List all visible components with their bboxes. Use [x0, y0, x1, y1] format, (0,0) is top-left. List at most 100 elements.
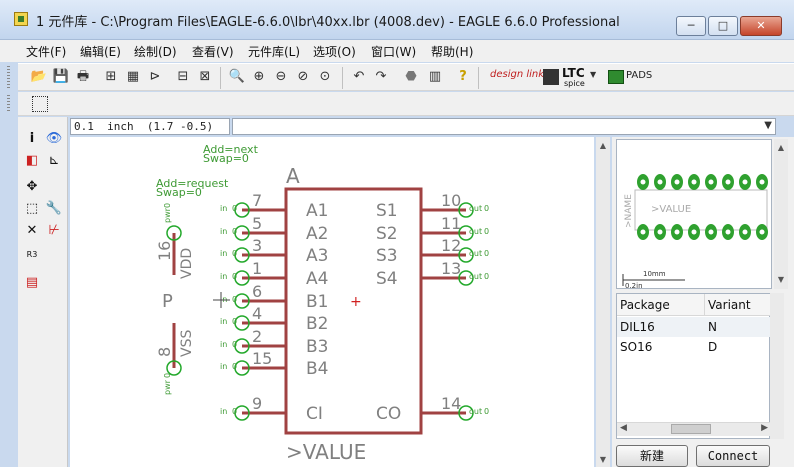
package-cell: DIL16: [620, 320, 655, 334]
run-ulp-icon[interactable]: ⊠: [196, 68, 214, 86]
column-header-package[interactable]: Package: [617, 294, 705, 316]
coordinate-display: 0.1 inch (1.7 -0.5): [70, 118, 230, 135]
smash-icon[interactable]: ▤: [22, 273, 42, 293]
zoom-select-icon[interactable]: ⊙: [316, 68, 334, 86]
minimize-button[interactable]: ─: [676, 16, 706, 36]
close-button[interactable]: ✕: [740, 16, 782, 36]
table-hscrollbar[interactable]: ◀ ▶: [617, 422, 771, 436]
pin-direction: in: [220, 407, 227, 416]
scroll-thumb[interactable]: [671, 424, 711, 434]
chevron-down-icon[interactable]: ▼: [764, 120, 772, 131]
pin-swap-level: 0: [484, 227, 489, 236]
menu-file[interactable]: 文件(F): [26, 43, 66, 60]
pin-swap-level: 0: [232, 204, 237, 213]
table-row[interactable]: DIL16 N: [617, 317, 771, 337]
menu-library[interactable]: 元件库(L): [248, 43, 300, 60]
package-preview: >VALUE >NAME 10mm 0.2in: [616, 139, 772, 290]
ripup-icon[interactable]: ⊬: [44, 221, 64, 241]
main-toolbar: 📂 💾 🖶 ⊞ ▦ ⊳ ⊟ ⊠ 🔍 ⊕ ⊖ ⊘ ⊙ ↶ ↷ ⬣ ▥ ? desi…: [18, 63, 794, 91]
pin-swap-level: 0: [232, 340, 237, 349]
mark-icon[interactable]: ⊾: [44, 151, 64, 171]
scroll-up-icon[interactable]: ▲: [774, 141, 788, 155]
undo-icon[interactable]: ↶: [350, 68, 368, 86]
column-header-variant[interactable]: Variant: [705, 294, 771, 316]
group-icon[interactable]: ⬚: [22, 199, 42, 219]
move-icon[interactable]: ✥: [22, 177, 42, 197]
schematic-canvas[interactable]: A >VALUE + Add=next Swap=0 Add=request Swap=0 7…: [70, 137, 594, 467]
pin-number: 2: [252, 327, 262, 346]
zoom-fit-icon[interactable]: 🔍: [228, 68, 246, 86]
table-row[interactable]: SO16 D: [617, 337, 771, 357]
change-icon[interactable]: 🔧: [44, 199, 64, 219]
separator: [220, 67, 221, 89]
delete-icon[interactable]: ✕: [22, 221, 42, 241]
pad-drill: [742, 229, 748, 235]
print-icon[interactable]: 🖶: [74, 68, 92, 86]
help-icon[interactable]: ?: [454, 68, 472, 86]
menu-window[interactable]: 窗口(W): [371, 43, 416, 60]
package-name-label: >NAME: [624, 194, 634, 228]
schematic-icon[interactable]: ⊞: [102, 68, 120, 86]
scroll-down-icon[interactable]: ▼: [774, 273, 788, 287]
toolbar-grip[interactable]: [7, 95, 10, 113]
toolbar-grip[interactable]: [7, 66, 10, 88]
canvas-scrollbar[interactable]: ▲ ▼: [596, 137, 610, 467]
pin-direction: in: [220, 249, 227, 258]
redo-icon[interactable]: ↷: [372, 68, 390, 86]
info-icon[interactable]: i: [22, 129, 42, 149]
pin-name: B3: [306, 337, 328, 357]
menu-view[interactable]: 查看(V): [192, 43, 234, 60]
variant-table: Package Variant DIL16 N SO16 D ◀ ▶: [616, 293, 771, 439]
pin-swap-level: 0: [163, 203, 172, 208]
scroll-left-icon[interactable]: ◀: [620, 423, 627, 433]
package-value-label: >VALUE: [651, 204, 691, 215]
maximize-button[interactable]: □: [708, 16, 738, 36]
connect-button[interactable]: Connect: [696, 445, 770, 467]
swap-annotation: Swap=0: [156, 186, 202, 199]
pin-number: 14: [441, 394, 461, 413]
board-icon[interactable]: ▦: [124, 68, 142, 86]
pin-number: 10: [441, 191, 461, 210]
grid-icon[interactable]: [32, 96, 48, 112]
zoom-out-icon[interactable]: ⊖: [272, 68, 290, 86]
design-link-button[interactable]: design link: [490, 69, 544, 80]
name-value-icon[interactable]: R3: [22, 245, 42, 265]
eagle-window: 1 元件库 - C:\Program Files\EAGLE-6.6.0\lbr…: [0, 0, 794, 467]
menu-bar: 文件(F) 编辑(E) 绘制(D) 查看(V) 元件库(L) 选项(O) 窗口(…: [0, 40, 794, 62]
pin-number: 7: [252, 191, 262, 210]
pads-label[interactable]: PADS: [626, 70, 652, 81]
open-icon[interactable]: 📂: [30, 68, 48, 86]
zoom-redraw-icon[interactable]: ⊘: [294, 68, 312, 86]
pin-number: 13: [441, 259, 461, 278]
chevron-down-icon[interactable]: ▼: [590, 70, 596, 79]
symbol-drawing[interactable]: A>VALUE+Add=nextSwap=0Add=requestSwap=0 7…: [70, 137, 594, 467]
pin-name: CO: [376, 404, 401, 424]
command-line-input[interactable]: ▼: [232, 118, 776, 135]
menu-help[interactable]: 帮助(H): [431, 43, 473, 60]
menu-options[interactable]: 选项(O): [313, 43, 356, 60]
new-button[interactable]: 新建: [616, 445, 688, 467]
ltc-label[interactable]: LTC: [562, 66, 585, 80]
power-gate-name: P: [162, 291, 173, 312]
pin-number: 9: [252, 394, 262, 413]
preview-scrollbar[interactable]: ▲ ▼: [774, 139, 788, 289]
show-icon[interactable]: 👁: [44, 129, 64, 149]
table-scrollbar[interactable]: [770, 293, 784, 439]
pin-direction: in: [220, 362, 227, 371]
pin-swap-level: 0: [484, 407, 489, 416]
scroll-up-icon[interactable]: ▲: [596, 139, 610, 153]
scroll-down-icon[interactable]: ▼: [596, 453, 610, 467]
menu-edit[interactable]: 编辑(E): [80, 43, 121, 60]
display-layers-icon[interactable]: ◧: [22, 151, 42, 171]
scroll-right-icon[interactable]: ▶: [761, 423, 768, 433]
pin-swap-level: 0: [232, 227, 237, 236]
script-icon[interactable]: ⊟: [174, 68, 192, 86]
pad-drill: [742, 179, 748, 185]
menu-draw[interactable]: 绘制(D): [134, 43, 177, 60]
zoom-in-icon[interactable]: ⊕: [250, 68, 268, 86]
stop-icon[interactable]: ⬣: [402, 68, 420, 86]
save-icon[interactable]: 💾: [52, 68, 70, 86]
go-icon[interactable]: ▥: [426, 68, 444, 86]
pin-number: 4: [252, 304, 262, 323]
symbol-icon[interactable]: ⊳: [146, 68, 164, 86]
